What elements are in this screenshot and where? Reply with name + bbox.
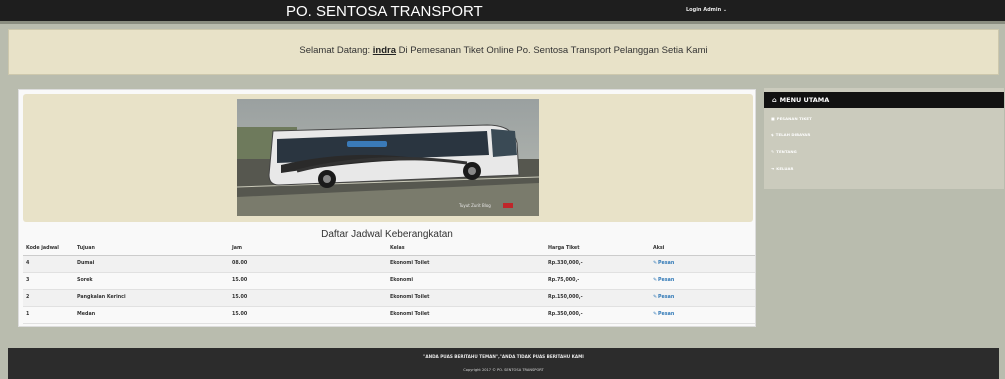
sidebar-item-label: KELUAR [776,166,794,171]
brand-title[interactable]: PO. SENTOSA TRANSPORT [286,3,483,20]
sidebar-item-keluar[interactable]: ⇥ KELUAR [771,166,794,171]
sidebar-item-label: PESANAN TIKET [776,116,812,121]
sidebar-item-telah-dibayar[interactable]: $ TELAH DIBAYAR [771,132,810,137]
cell-tujuan: Pangkalan Kerinci [74,289,229,307]
pencil-icon: ✎ [653,261,658,266]
pesan-label: Pesan [658,295,675,300]
schedule-title: Daftar Jadwal Keberangkatan [321,229,453,240]
pencil-icon: ✎ [653,278,658,283]
cell-kelas: Ekonomi Toilet [387,289,545,307]
footer-slogan: "ANDA PUAS BERITAHU TEMAN","ANDA TIDAK P… [423,354,584,359]
welcome-banner: Selamat Datang: indra Di Pemesanan Tiket… [8,29,999,75]
pesan-link[interactable]: ✎Pesan [653,312,674,317]
table-header-row: Kode jadwal Tujuan Jam Kelas Harga Tiket… [23,243,755,256]
sidebar-item-tentang[interactable]: ✎ TENTANG [771,149,797,154]
sidebar-item-pesanan-tiket[interactable]: ■ PESANAN TIKET [771,116,812,121]
cell-tujuan: Dumai [74,255,229,273]
bus-photo: Tuyut Zurit Blog [237,99,539,216]
cell-harga: Rp.350,000,- [545,306,650,324]
footer-copyright: Copyright 2017 © PO. SENTOSA TRANSPORT [463,368,544,372]
col-tujuan: Tujuan [74,243,229,256]
cell-tujuan: Medan [74,306,229,324]
schedule-table: Kode jadwal Tujuan Jam Kelas Harga Tiket… [23,243,755,324]
welcome-suffix: Di Pemesanan Tiket Online Po. Sentosa Tr… [396,45,708,56]
menu-title: MENU UTAMA [779,96,830,104]
cell-aksi: ✎Pesan [650,289,755,307]
cell-kelas: Ekonomi Toilet [387,255,545,273]
table-row: 1 Medan 15.00 Ekonomi Toilet Rp.350,000,… [23,306,755,324]
pencil-icon: ✎ [771,149,775,154]
cell-harga: Rp.150,000,- [545,289,650,307]
cell-kelas: Ekonomi [387,272,545,290]
pesan-link[interactable]: ✎Pesan [653,261,674,266]
dollar-icon: $ [771,132,774,137]
table-row: 4 Dumai 08.00 Ekonomi Toilet Rp.330,000,… [23,255,755,273]
welcome-text: Selamat Datang: indra Di Pemesanan Tiket… [9,45,998,56]
pencil-icon: ✎ [653,312,658,317]
menu-header: ⌂ MENU UTAMA [764,92,1004,108]
logout-icon: ⇥ [771,166,775,171]
welcome-username[interactable]: indra [373,45,396,56]
table-row: 3 Sorek 15.00 Ekonomi Rp.75,000,- ✎Pesan [23,272,755,290]
cell-jam: 08.00 [229,255,387,273]
cell-tujuan: Sorek [74,272,229,290]
col-aksi: Aksi [650,243,755,256]
cell-kode: 2 [23,289,74,307]
cart-icon: ■ [771,116,775,121]
col-harga: Harga Tiket [545,243,650,256]
col-jam: Jam [229,243,387,256]
cell-jam: 15.00 [229,272,387,290]
cell-kelas: Ekonomi Toilet [387,306,545,324]
pencil-icon: ✎ [653,295,658,300]
pesan-link[interactable]: ✎Pesan [653,278,674,283]
main-content-panel: Tuyut Zurit Blog Daftar Jadwal Keberangk… [18,89,756,327]
cell-kode: 4 [23,255,74,273]
pesan-label: Pesan [658,312,675,317]
cell-aksi: ✎Pesan [650,306,755,324]
pesan-link[interactable]: ✎Pesan [653,295,674,300]
col-kelas: Kelas [387,243,545,256]
cell-jam: 15.00 [229,306,387,324]
home-icon: ⌂ [772,96,777,104]
sidebar-item-label: TENTANG [776,149,797,154]
cell-jam: 15.00 [229,289,387,307]
footer: "ANDA PUAS BERITAHU TEMAN","ANDA TIDAK P… [8,348,999,379]
cell-aksi: ✎Pesan [650,255,755,273]
col-kode: Kode jadwal [23,243,74,256]
sidebar-menu: ⌂ MENU UTAMA ■ PESANAN TIKET $ TELAH DIBAYA… [764,88,1004,189]
cell-aksi: ✎Pesan [650,272,755,290]
welcome-prefix: Selamat Datang: [299,45,373,56]
top-navbar: PO. SENTOSA TRANSPORT Login Admin ⌄ [0,0,1005,24]
table-row: 2 Pangkalan Kerinci 15.00 Ekonomi Toilet… [23,289,755,307]
photo-watermark: Tuyut Zurit Blog [458,203,491,208]
pesan-label: Pesan [658,278,675,283]
cell-harga: Rp.330,000,- [545,255,650,273]
bus-photo-icon: Tuyut Zurit Blog [237,99,539,216]
cell-kode: 3 [23,272,74,290]
hero-banner: Tuyut Zurit Blog [23,94,753,222]
cell-harga: Rp.75,000,- [545,272,650,290]
pesan-label: Pesan [658,261,675,266]
sidebar-item-label: TELAH DIBAYAR [775,132,811,137]
login-admin-dropdown[interactable]: Login Admin ⌄ [686,7,727,13]
cell-kode: 1 [23,306,74,324]
